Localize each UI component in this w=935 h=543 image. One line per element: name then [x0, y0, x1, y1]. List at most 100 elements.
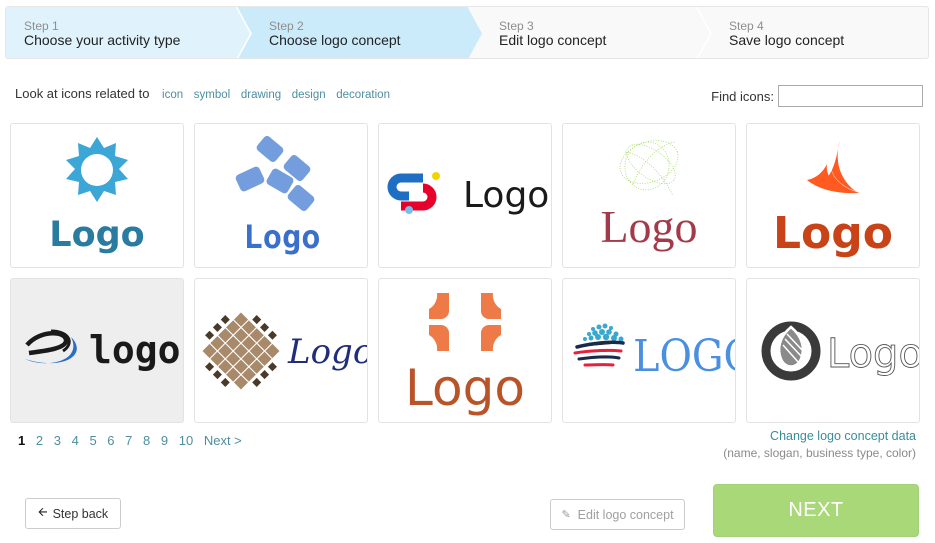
checker-tile	[212, 322, 222, 332]
logo-card-mesh[interactable]: Logo	[562, 123, 736, 268]
logo-card-sun[interactable]: Logo	[10, 123, 184, 268]
step-3-number: Step 3	[499, 19, 534, 33]
sun-logo-image: Logo	[49, 137, 145, 255]
logo-card-diamonds[interactable]: Logo	[194, 123, 368, 268]
logo-text: Logo	[405, 359, 525, 417]
tag-design[interactable]: design	[292, 89, 326, 101]
step-1-number: Step 1	[24, 19, 59, 33]
checker-tile	[267, 330, 277, 340]
find-icons: Find icons:	[711, 85, 923, 107]
logo-text: LOGO	[633, 330, 735, 382]
checker-tile	[260, 370, 270, 380]
logo-text: Logo	[287, 332, 367, 372]
checker-logo-image: Logo	[202, 312, 367, 390]
page-1: 1	[18, 433, 26, 448]
cross-icon	[429, 293, 501, 351]
globe-dot	[611, 335, 617, 341]
checker-tile	[220, 377, 230, 387]
pencil-icon: ✎	[561, 509, 571, 521]
checker-tile	[220, 315, 230, 325]
logo-text: logo	[89, 328, 181, 372]
logo-text: Logo	[463, 175, 549, 216]
next-label: NEXT	[788, 499, 844, 521]
edit-logo-concept-button[interactable]: ✎ Edit logo concept	[550, 499, 685, 530]
logo-text: Logo	[773, 208, 893, 259]
globe-dot	[602, 333, 610, 341]
drop-icon	[761, 321, 821, 381]
page-5[interactable]: 5	[89, 433, 96, 448]
logo-card-globe[interactable]: LOGO	[562, 278, 736, 423]
page-3[interactable]: 3	[54, 433, 61, 448]
change-logo-data-hint: (name, slogan, business type, color)	[723, 446, 916, 460]
logo-card-link[interactable]: Logo	[378, 123, 552, 268]
checker-tile	[252, 377, 262, 387]
checker-tile	[260, 322, 270, 332]
globe-dot	[588, 335, 594, 341]
globe-dot	[583, 337, 587, 341]
step-back-label: Step back	[52, 506, 109, 521]
wing-logo-image: Logo	[773, 140, 893, 259]
page-4[interactable]: 4	[72, 433, 79, 448]
step-4-number: Step 4	[729, 19, 764, 33]
logo-card-cross[interactable]: Logo	[378, 278, 552, 423]
logo-card-swirl[interactable]: logo	[10, 278, 184, 423]
diamonds-icon	[235, 136, 315, 211]
page-6[interactable]: 6	[107, 433, 114, 448]
globe-dot	[596, 324, 602, 330]
step-1-title: Choose your activity type	[24, 32, 181, 48]
page-7[interactable]: 7	[125, 433, 132, 448]
step-3-title: Edit logo concept	[499, 32, 607, 48]
arrow-left-icon: 🡨	[37, 505, 48, 519]
step-2-title: Choose logo concept	[269, 32, 401, 48]
link-icon	[387, 172, 440, 214]
globe-dot	[587, 332, 591, 336]
next-button[interactable]: NEXT	[713, 484, 919, 537]
checker-tile	[252, 315, 262, 325]
page-8[interactable]: 8	[143, 433, 150, 448]
page-10[interactable]: 10	[179, 433, 193, 448]
drop-logo-image: Logo	[761, 321, 919, 381]
globe-icon	[583, 323, 624, 342]
page-9[interactable]: 9	[161, 433, 168, 448]
logo-text: Logo	[827, 331, 919, 377]
globe-dot	[595, 334, 601, 340]
step-2-number: Step 2	[269, 19, 304, 33]
link-logo-image: Logo	[387, 172, 549, 216]
logo-text: Logo	[243, 218, 320, 256]
step-back-button[interactable]: 🡨 Step back	[25, 498, 121, 529]
checker-tile	[212, 370, 222, 380]
logo-card-checker[interactable]: Logo	[194, 278, 368, 423]
tag-drawing[interactable]: drawing	[241, 89, 281, 101]
page-2[interactable]: 2	[36, 433, 43, 448]
logo-card-drop[interactable]: Logo	[746, 278, 920, 423]
pagination: 1 2 3 4 5 6 7 8 9 10 Next >	[18, 433, 249, 448]
change-logo-data: Change logo concept data (name, slogan, …	[723, 429, 916, 460]
next-page-link[interactable]: Next >	[204, 433, 242, 448]
globe-dot	[606, 329, 612, 335]
mesh-logo-image: Logo	[600, 140, 698, 252]
logo-text: Logo	[600, 201, 697, 252]
logo-card-wing[interactable]: Logo	[746, 123, 920, 268]
globe-dot	[599, 329, 605, 335]
edit-logo-concept-label: Edit logo concept	[577, 507, 674, 522]
swirl-logo-image: logo	[25, 328, 181, 372]
checker-tile	[205, 362, 215, 372]
tag-symbol[interactable]: symbol	[194, 89, 230, 101]
checker-tile	[205, 330, 215, 340]
mesh-icon	[619, 140, 679, 197]
find-icons-input[interactable]	[778, 85, 923, 107]
steps-progress-bar: Step 1 Choose your activity type Step 2 …	[5, 6, 929, 59]
step-4-title: Save logo concept	[729, 32, 845, 48]
diamonds-logo-image: Logo	[235, 136, 321, 256]
swirl-icon	[25, 329, 77, 364]
logo-text: Logo	[49, 215, 144, 255]
sun-icon	[66, 137, 128, 202]
change-logo-data-link[interactable]: Change logo concept data	[723, 429, 916, 443]
related-tags: Look at icons related to icon symbol dra…	[15, 86, 390, 101]
related-label: Look at icons related to	[15, 86, 150, 101]
checker-icon	[202, 312, 280, 390]
checker-tile	[267, 362, 277, 372]
tag-icon[interactable]: icon	[162, 89, 183, 101]
globe-logo-image: LOGO	[573, 323, 735, 382]
tag-decoration[interactable]: decoration	[336, 89, 390, 101]
